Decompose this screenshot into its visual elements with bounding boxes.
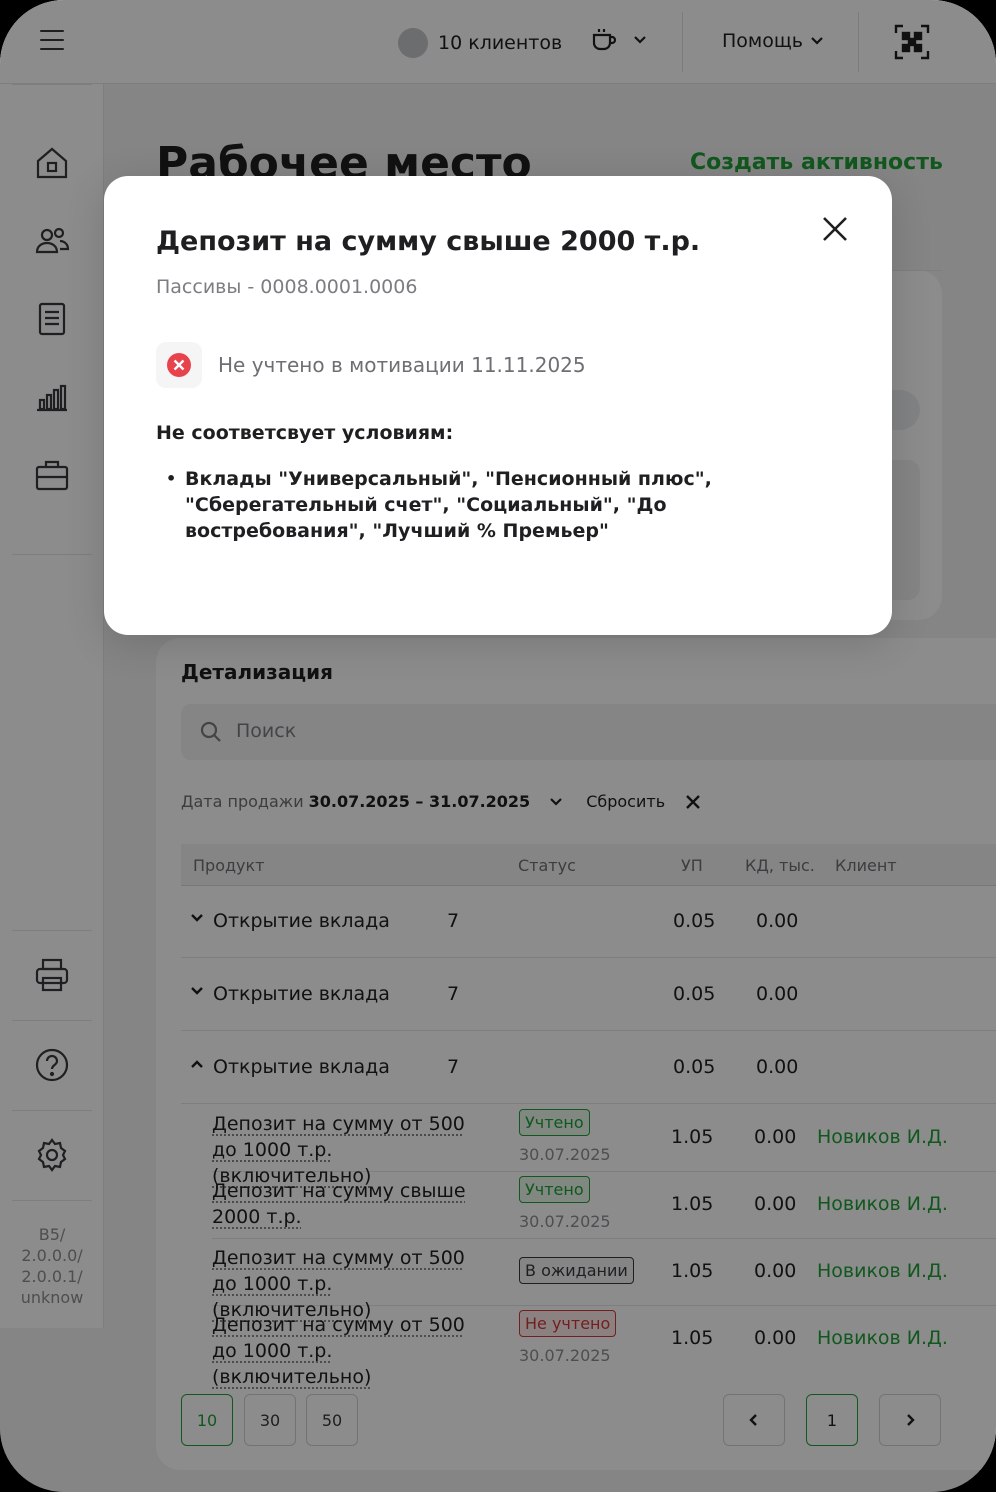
error-circle-icon	[167, 353, 191, 377]
modal-subtitle: Пассивы - 0008.0001.0006	[156, 276, 418, 298]
close-icon[interactable]	[820, 214, 850, 244]
status-text: Не учтено в мотивации 11.11.2025	[218, 353, 586, 377]
condition-item: Вклады "Универсальный", "Пенсионный плюс…	[166, 466, 846, 544]
conditions-list: Вклады "Универсальный", "Пенсионный плюс…	[166, 466, 846, 544]
motivation-status: Не учтено в мотивации 11.11.2025	[156, 342, 586, 388]
conditions-label: Не соответсвует условиям:	[156, 422, 454, 444]
motivation-modal: Депозит на сумму свыше 2000 т.р. Пассивы…	[104, 176, 892, 635]
modal-title: Депозит на сумму свыше 2000 т.р.	[156, 226, 701, 257]
app-screen: 10 клиентов Помощь B5/ 2.0.0.0/ 2.0.0.1/…	[0, 0, 996, 1492]
status-icon-box	[156, 342, 202, 388]
